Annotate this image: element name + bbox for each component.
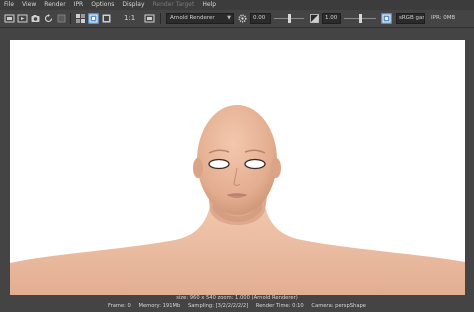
render-info: size: 960 x 540 zoom: 1.000 (Arnold Rend… <box>176 295 298 301</box>
colorspace-dropdown[interactable]: sRGB gamma <box>396 13 425 24</box>
toolbar: 1:1 Arnold Renderer ▼ 0.00 1.00 sRGB gam… <box>0 10 474 28</box>
snapshot-icon[interactable] <box>30 13 41 24</box>
alpha-icon[interactable] <box>101 13 112 24</box>
sampling-label: Sampling: [3/2/2/2/2/2] <box>187 303 249 309</box>
rgb-icon[interactable] <box>88 13 99 24</box>
menu-render-target[interactable]: Render Target <box>149 0 199 10</box>
exposure-input[interactable]: 0.00 <box>250 13 271 24</box>
chevron-down-icon: ▼ <box>227 15 231 21</box>
menu-display[interactable]: Display <box>118 0 148 10</box>
channels-icon[interactable] <box>75 13 86 24</box>
renderer-dropdown[interactable]: Arnold Renderer ▼ <box>166 13 234 24</box>
menu-render[interactable]: Render <box>40 0 69 10</box>
menu-view[interactable]: View <box>18 0 40 10</box>
render-stats: Frame: 0 Memory: 191Mb Sampling: [3/2/2/… <box>0 303 474 309</box>
color-manage-icon[interactable] <box>381 13 392 24</box>
menu-file[interactable]: File <box>0 0 18 10</box>
gear-icon[interactable] <box>237 13 248 24</box>
camera-label: Camera: perspShape <box>311 303 367 309</box>
menu-options[interactable]: Options <box>87 0 118 10</box>
memory-label: Memory: 191Mb <box>138 303 181 309</box>
gamma-slider-handle[interactable] <box>359 14 362 23</box>
exposure-icon[interactable] <box>309 13 320 24</box>
menu-bar: File View Render IPR Options Display Ren… <box>0 0 474 10</box>
gamma-input[interactable]: 1.00 <box>322 13 341 24</box>
toolbar-separator <box>70 13 71 24</box>
render-viewport[interactable] <box>10 40 465 295</box>
render-time-label: Render Time: 0:10 <box>255 303 304 309</box>
exposure-slider-handle[interactable] <box>288 14 291 23</box>
menu-ipr[interactable]: IPR <box>70 0 88 10</box>
menu-help[interactable]: Help <box>198 0 220 10</box>
stop-icon[interactable] <box>56 13 67 24</box>
ipr-render-icon[interactable] <box>17 13 28 24</box>
frame-label: Frame: 0 <box>107 303 131 309</box>
one-to-one-icon[interactable]: 1:1 <box>124 13 135 24</box>
renderer-label: Arnold Renderer <box>170 15 215 21</box>
render-icon[interactable] <box>4 13 15 24</box>
rendered-image <box>10 105 465 295</box>
refresh-icon[interactable] <box>43 13 54 24</box>
toolbar-separator <box>160 13 161 24</box>
ipr-status: IPR: 0MB <box>431 15 456 21</box>
fit-icon[interactable] <box>144 13 155 24</box>
